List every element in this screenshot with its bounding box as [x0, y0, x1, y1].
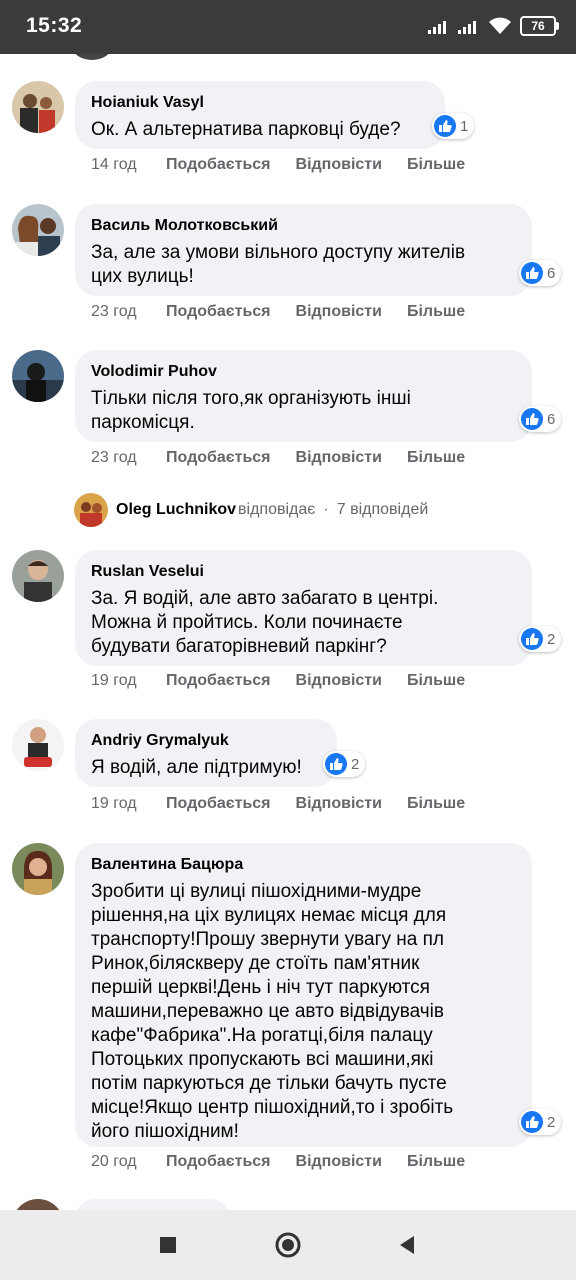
comment-actions: 19 год Подобається Відповісти Більше: [91, 795, 490, 813]
comment-actions: 20 год Подобається Відповісти Більше: [91, 1153, 490, 1171]
more-button[interactable]: Більше: [407, 449, 465, 467]
status-bar: 15:32 76: [0, 0, 576, 54]
comment-author[interactable]: Ruslan Veselui: [91, 562, 516, 582]
like-button[interactable]: Подобається: [166, 795, 271, 813]
avatar[interactable]: [12, 81, 64, 133]
back-button[interactable]: [392, 1230, 422, 1260]
like-button[interactable]: Подобається: [166, 303, 271, 321]
comment-bubble[interactable]: Andriy Grymalyuk Я водій, але підтримую!: [75, 719, 337, 787]
comment-time[interactable]: 23 год: [91, 303, 166, 321]
reaction-count: 6: [547, 264, 556, 282]
reaction-count: 6: [547, 410, 556, 428]
comment-actions: 23 год Подобається Відповісти Більше: [91, 303, 490, 321]
reply-button[interactable]: Відповісти: [296, 303, 382, 321]
comment-bubble[interactable]: Василь Молотковський За, але за умови ві…: [75, 204, 532, 296]
reaction-badge[interactable]: 2: [323, 751, 366, 777]
comment-author[interactable]: Andriy Grymalyuk: [91, 731, 321, 751]
avatar[interactable]: [12, 550, 64, 602]
comments-feed[interactable]: Hoianiuk Vasyl Ок. А альтернатива парков…: [0, 54, 576, 1210]
comment-text: Тільки після того,як організують інші па…: [91, 388, 411, 433]
avatar[interactable]: [12, 350, 64, 402]
reaction-count: 1: [460, 117, 469, 135]
status-time: 15:32: [26, 14, 83, 37]
avatar[interactable]: [12, 843, 64, 895]
comment-bubble[interactable]: Volodimir Puhov Тільки після того,як орг…: [75, 350, 532, 442]
navigation-bar: [0, 1210, 576, 1280]
comment-time[interactable]: 14 год: [91, 156, 166, 174]
comment-actions: 14 год Подобається Відповісти Більше: [91, 156, 490, 174]
reply-button[interactable]: Відповісти: [296, 1153, 382, 1171]
comment-text: За, але за умови вільного доступу жителі…: [91, 242, 466, 287]
back-triangle-icon: [400, 1236, 414, 1254]
reply-button[interactable]: Відповісти: [296, 156, 382, 174]
recent-apps-button[interactable]: [153, 1230, 183, 1260]
like-button[interactable]: Подобається: [166, 449, 271, 467]
like-button[interactable]: Подобається: [166, 156, 271, 174]
more-button[interactable]: Більше: [407, 303, 465, 321]
signal-icon: [428, 21, 446, 34]
comment-actions: 19 год Подобається Відповісти Більше: [91, 672, 490, 690]
reaction-badge[interactable]: 1: [432, 113, 475, 139]
reaction-count: 2: [547, 630, 556, 648]
more-button[interactable]: Більше: [407, 795, 465, 813]
more-button[interactable]: Більше: [407, 672, 465, 690]
reply-button[interactable]: Відповісти: [296, 672, 382, 690]
square-icon: [160, 1237, 176, 1253]
comment-bubble[interactable]: Ruslan Veselui За. Я водій, але авто заб…: [75, 550, 532, 666]
like-button[interactable]: Подобається: [166, 1153, 271, 1171]
like-button[interactable]: Подобається: [166, 672, 271, 690]
avatar[interactable]: [12, 1199, 64, 1210]
avatar: [74, 493, 108, 527]
reaction-badge[interactable]: 6: [519, 260, 562, 286]
home-button[interactable]: [273, 1230, 303, 1260]
comment-bubble[interactable]: Валентина Бацюра Зробити ці вулиці пішох…: [75, 843, 532, 1147]
battery-icon: 76: [520, 16, 559, 36]
comment-author[interactable]: Василь Молотковський: [91, 216, 516, 236]
comment-bubble[interactable]: [75, 1199, 230, 1210]
like-icon: [521, 408, 543, 430]
reply-button[interactable]: Відповісти: [296, 795, 382, 813]
status-icons: 76: [428, 14, 559, 38]
comment-author[interactable]: Volodimir Puhov: [91, 362, 516, 382]
comment-text: Ок. А альтернатива парковці буде?: [91, 119, 401, 140]
reply-button[interactable]: Відповісти: [296, 449, 382, 467]
comment-author[interactable]: Hoianiuk Vasyl: [91, 93, 429, 113]
reaction-badge[interactable]: 2: [519, 626, 562, 652]
like-icon: [325, 753, 347, 775]
reaction-count: 2: [547, 1113, 556, 1131]
comment-text: За. Я водій, але авто забагато в центрі.…: [91, 588, 439, 657]
reaction-badge[interactable]: 6: [519, 406, 562, 432]
more-button[interactable]: Більше: [407, 1153, 465, 1171]
separator: ·: [323, 501, 329, 518]
wifi-icon: [489, 17, 511, 34]
reply-action-text: відповідає: [238, 501, 316, 518]
comment-author[interactable]: Валентина Бацюра: [91, 855, 516, 875]
like-icon: [521, 628, 543, 650]
comment-bubble[interactable]: Hoianiuk Vasyl Ок. А альтернатива парков…: [75, 81, 445, 149]
comment-time[interactable]: 19 год: [91, 672, 166, 690]
like-icon: [521, 1111, 543, 1133]
reply-author: Oleg Luchnikov: [116, 501, 237, 518]
comment-actions: 23 год Подобається Відповісти Більше: [91, 449, 490, 467]
avatar: [72, 54, 112, 60]
comment-time[interactable]: 20 год: [91, 1153, 166, 1171]
signal-icon: [458, 21, 476, 34]
avatar[interactable]: [12, 719, 64, 771]
comment-time[interactable]: 19 год: [91, 795, 166, 813]
comment-text: Зробити ці вулиці пішохідними-мудре ріше…: [91, 881, 454, 1142]
more-button[interactable]: Більше: [407, 156, 465, 174]
avatar[interactable]: [12, 204, 64, 256]
like-icon: [521, 262, 543, 284]
circle-icon: [275, 1232, 301, 1258]
replies-count: 7 відповідей: [336, 501, 429, 518]
reaction-badge[interactable]: 2: [519, 1109, 562, 1135]
like-icon: [434, 115, 456, 137]
comment-time[interactable]: 23 год: [91, 449, 166, 467]
comment-text: Я водій, але підтримую!: [91, 757, 302, 778]
reaction-count: 2: [351, 755, 360, 773]
view-replies-link[interactable]: Oleg Luchnikov відповідає · 7 відповідей: [74, 493, 428, 527]
